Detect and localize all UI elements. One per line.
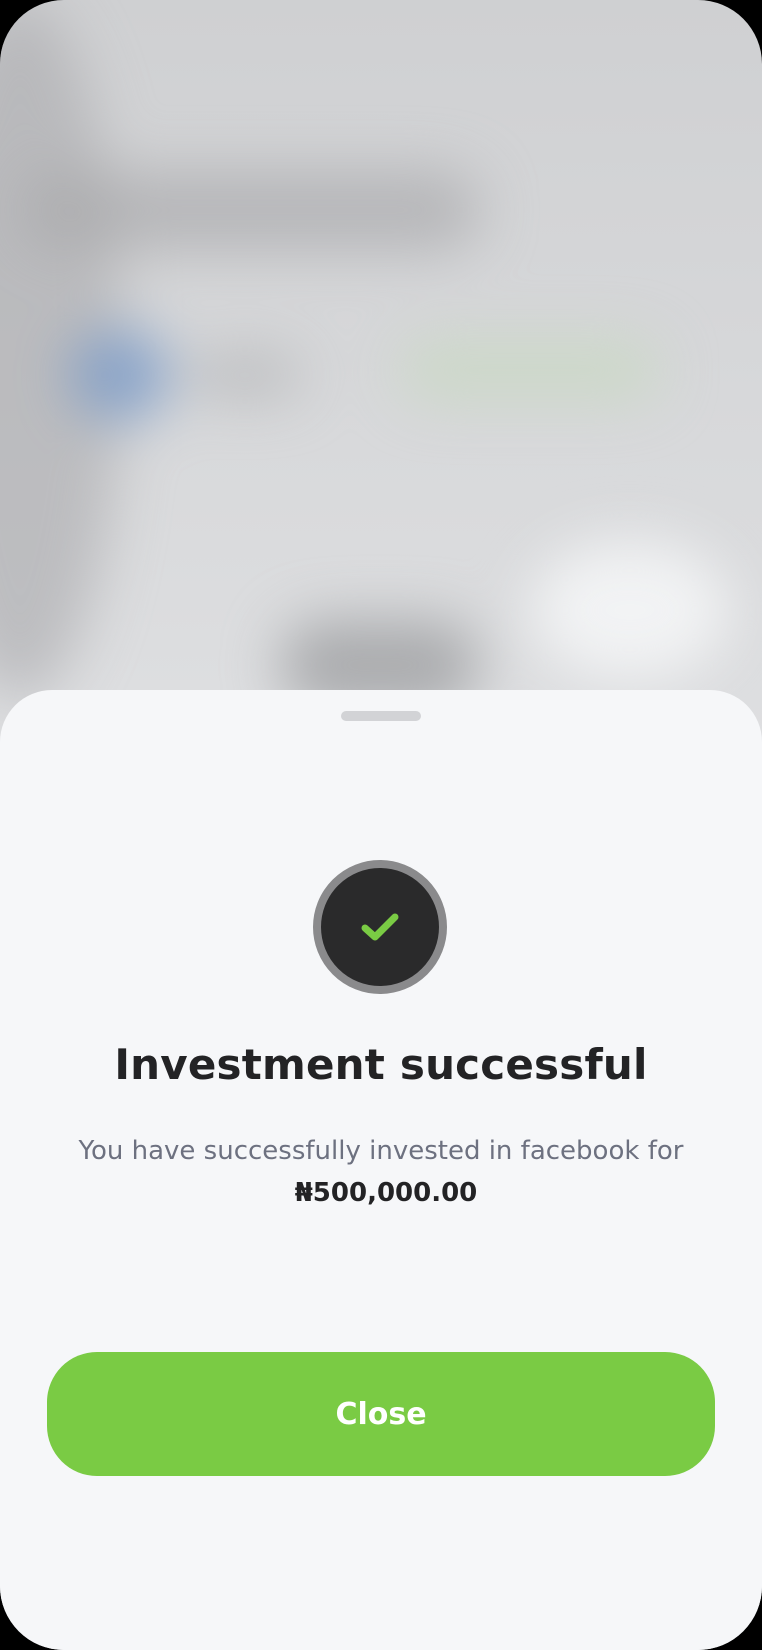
success-message: You have successfully invested in facebo… [60, 1130, 702, 1214]
success-message-text: You have successfully invested in facebo… [78, 1136, 684, 1166]
success-title: Investment successful [114, 1040, 648, 1089]
sheet-drag-handle[interactable] [341, 711, 421, 721]
screen: Investment successful You have successfu… [0, 0, 762, 1650]
checkmark-icon [361, 913, 399, 941]
success-bottom-sheet: Investment successful You have successfu… [0, 690, 762, 1650]
success-status-badge [313, 860, 447, 994]
investment-amount: ₦500,000.00 [294, 1178, 478, 1208]
close-button[interactable]: Close [47, 1352, 715, 1476]
